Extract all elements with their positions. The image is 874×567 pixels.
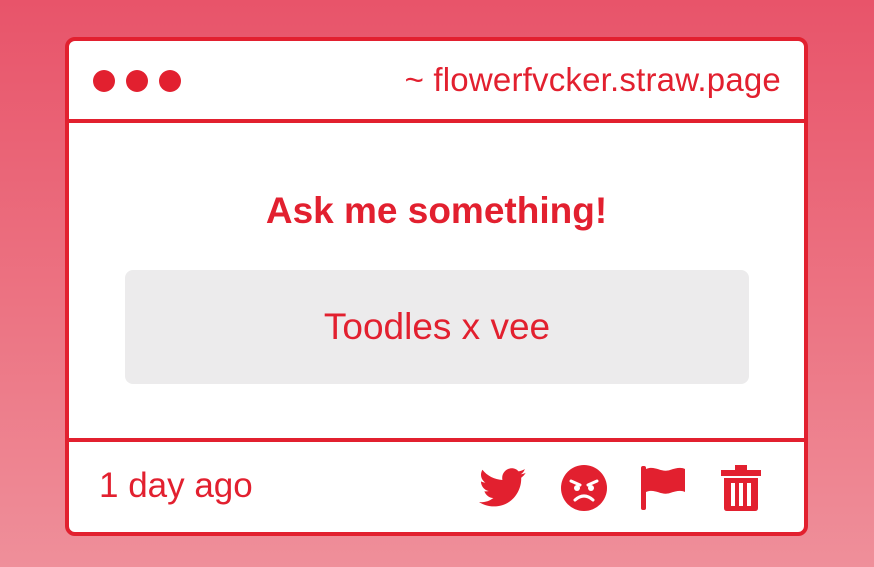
- twitter-icon: [479, 468, 527, 507]
- timestamp: 1 day ago: [99, 466, 253, 505]
- browser-window: ~ flowerfvcker.straw.page Ask me somethi…: [65, 37, 808, 536]
- page-url: ~ flowerfvcker.straw.page: [404, 61, 781, 98]
- trash-icon: [721, 465, 761, 511]
- window-dot-close[interactable]: [93, 70, 115, 92]
- window-dot-maximize[interactable]: [159, 70, 181, 92]
- card-footer: 1 day ago: [69, 438, 804, 532]
- card-heading: Ask me something!: [265, 190, 608, 231]
- flag-icon: [641, 466, 685, 510]
- window-dot-minimize[interactable]: [126, 70, 148, 92]
- share-twitter-button[interactable]: [479, 464, 527, 512]
- question-text: Toodles x vee: [323, 306, 551, 347]
- window-titlebar: ~ flowerfvcker.straw.page: [69, 41, 804, 123]
- window-controls: [93, 70, 181, 92]
- react-angry-button[interactable]: [560, 464, 608, 512]
- angry-face-icon: [561, 465, 607, 511]
- question-card: Ask me something! Toodles x vee: [69, 123, 804, 441]
- question-box: Toodles x vee: [125, 270, 749, 384]
- delete-button[interactable]: [717, 464, 765, 512]
- report-flag-button[interactable]: [639, 464, 687, 512]
